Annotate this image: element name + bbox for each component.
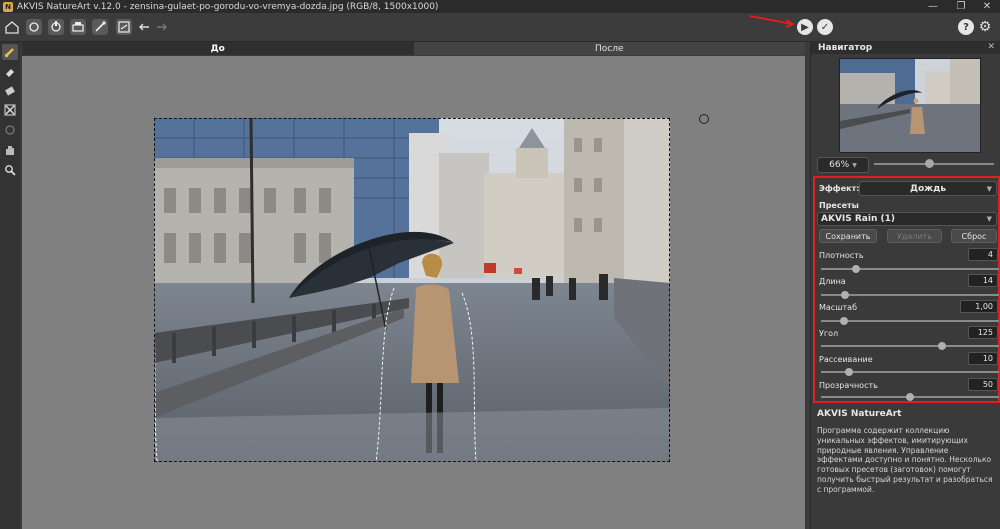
angle-value-field[interactable]: 125	[968, 326, 998, 339]
history-brush-icon[interactable]	[2, 122, 18, 138]
home-icon[interactable]	[4, 19, 20, 35]
brush-cursor-icon	[699, 114, 709, 124]
tools-panel	[0, 42, 20, 529]
navigator-header: Навигатор ✕	[811, 42, 1000, 54]
density-slider-track[interactable]	[821, 268, 999, 270]
effect-select-value: Дождь	[909, 183, 947, 194]
hand-icon[interactable]	[2, 142, 18, 158]
reset-preset-button[interactable]: Сброс	[951, 229, 997, 243]
undo-icon[interactable]	[136, 19, 152, 35]
view-tabs: До После	[22, 42, 805, 55]
save-file-icon[interactable]	[48, 19, 64, 35]
angle-slider-track[interactable]	[821, 345, 999, 347]
title-bar: N AKVIS NatureArt v.12.0 - zensina-gulae…	[0, 0, 1000, 13]
close-window-button[interactable]: ✕	[974, 0, 1000, 13]
effect-select[interactable]: Дождь ▼	[859, 181, 997, 196]
settings-icon[interactable]: ⚙	[977, 19, 993, 35]
minimize-button[interactable]: —	[920, 0, 946, 13]
zoom-slider-handle[interactable]	[925, 159, 934, 168]
zoom-value: 66%	[829, 160, 850, 170]
eraser-icon[interactable]	[2, 64, 18, 80]
angle-label: Угол	[819, 329, 839, 338]
zoom-slider-track[interactable]	[874, 163, 994, 165]
density-slider-handle[interactable]	[851, 265, 860, 273]
scale-value-field[interactable]: 1,00	[960, 300, 998, 313]
preset-select-value: AKVIS Rain (1)	[821, 214, 895, 224]
zoom-dropdown[interactable]: 66% ▼	[817, 157, 869, 173]
about-description: Программа содержит коллекцию уникальных …	[817, 426, 993, 494]
restore-button[interactable]: ❐	[948, 0, 974, 13]
chevron-down-icon: ▼	[986, 215, 992, 223]
presets-label: Пресеты	[819, 201, 859, 210]
effect-label: Эффект:	[819, 184, 860, 193]
save-preset-button[interactable]: Сохранить	[819, 229, 877, 243]
selection-marquee	[154, 118, 670, 462]
scatter-value-field[interactable]: 10	[968, 352, 998, 365]
length-slider-handle[interactable]	[841, 291, 850, 299]
tab-after[interactable]: После	[414, 42, 806, 55]
about-title: AKVIS NatureArt	[817, 409, 902, 419]
gradient-icon[interactable]	[2, 83, 18, 99]
help-icon[interactable]: ?	[958, 19, 974, 35]
zoom-icon[interactable]	[2, 162, 18, 178]
scatter-slider-handle[interactable]	[844, 368, 853, 376]
share-icon[interactable]	[92, 19, 108, 35]
angle-slider-handle[interactable]	[938, 342, 947, 350]
chevron-down-icon: ▼	[852, 161, 857, 169]
density-label: Плотность	[819, 251, 864, 260]
chevron-down-icon: ▼	[986, 184, 992, 193]
density-value-field[interactable]: 4	[968, 248, 998, 261]
main-toolbar: ▶ ✓ ? ⚙	[0, 13, 1000, 42]
delete-preset-button[interactable]: Удалить	[887, 229, 942, 243]
crop-icon[interactable]	[2, 102, 18, 118]
brush-icon[interactable]	[2, 44, 18, 60]
apply-icon[interactable]: ✓	[817, 19, 833, 35]
tab-before[interactable]: До	[22, 42, 414, 55]
effect-settings-panel: Эффект: Дождь ▼ Пресеты AKVIS Rain (1) ▼…	[813, 176, 1000, 403]
navigator-thumbnail[interactable]	[839, 58, 981, 153]
navigator-title: Навигатор	[818, 43, 873, 53]
navigator-close-button[interactable]: ✕	[987, 42, 995, 52]
batch-icon[interactable]	[116, 19, 132, 35]
scale-label: Масштаб	[819, 303, 858, 312]
preset-select[interactable]: AKVIS Rain (1) ▼	[817, 212, 997, 226]
right-panel: Навигатор ✕ 66% ▼ Эффект: Дождь ▼ Пресет…	[810, 42, 1000, 529]
annotation-arrow-icon	[749, 15, 796, 28]
print-icon[interactable]	[70, 19, 86, 35]
transparency-label: Прозрачность	[819, 381, 878, 390]
scale-slider-track[interactable]	[821, 320, 999, 322]
scatter-label: Рассеивание	[819, 355, 873, 364]
length-value-field[interactable]: 14	[968, 274, 998, 287]
run-icon[interactable]: ▶	[797, 19, 813, 35]
app-logo-icon: N	[3, 1, 13, 12]
transparency-slider-handle[interactable]	[906, 393, 914, 401]
redo-icon[interactable]	[154, 19, 170, 35]
length-label: Длина	[819, 277, 846, 286]
scale-slider-handle[interactable]	[839, 317, 848, 325]
transparency-value-field[interactable]: 50	[968, 378, 998, 391]
open-file-icon[interactable]	[26, 19, 42, 35]
window-title: AKVIS NatureArt v.12.0 - zensina-gulaet-…	[17, 1, 439, 12]
